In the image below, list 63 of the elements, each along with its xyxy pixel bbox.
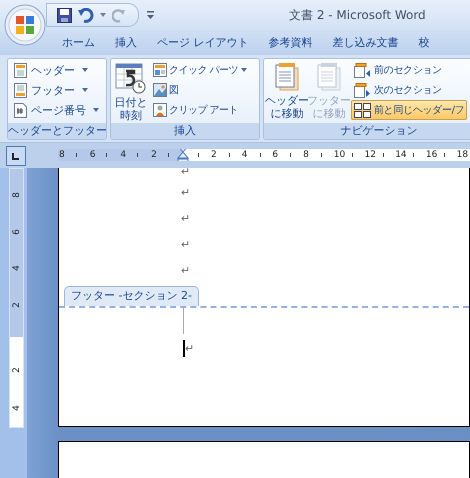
group-label: ヘッダーとフッター (8, 123, 106, 139)
ruler-number: 2 (211, 149, 217, 161)
paragraph-mark: ↵ (185, 341, 194, 357)
previous-section-icon (354, 62, 371, 78)
undo-icon[interactable] (78, 8, 94, 22)
ruler-number: 12 (364, 149, 376, 161)
ribbon-button[interactable]: 前のセクション (351, 60, 468, 80)
ruler-number: 6 (90, 149, 96, 161)
ribbon-button[interactable]: ページ番号 (11, 100, 103, 120)
paragraph-mark: ↵ (181, 168, 192, 180)
group-label: ナビゲーション (264, 123, 470, 139)
window-title: 文書 2 - Microsoft Word (289, 6, 426, 24)
tab-selector-icon[interactable] (6, 146, 26, 166)
ribbon-tab[interactable]: 校 (416, 33, 432, 52)
ruler-number: 8 (303, 149, 309, 161)
ribbon-button[interactable]: フッター (11, 80, 103, 100)
header-icon (14, 62, 27, 78)
ruler-number: 16 (426, 149, 438, 161)
ribbon-button[interactable]: 前と同じヘッダー/フ (351, 100, 468, 120)
ruler-number: 4 (120, 149, 126, 161)
ribbon-tab[interactable]: ページ レイアウト (155, 33, 250, 52)
group-label: 挿入 (111, 123, 259, 139)
clip-art-icon (153, 103, 167, 117)
ruler-number: 8 (59, 149, 65, 161)
text-cursor (183, 340, 185, 357)
quick-parts-icon (153, 63, 167, 77)
dropdown-icon[interactable] (100, 13, 106, 17)
page-icon (315, 62, 343, 92)
ruler-number: 14 (395, 149, 407, 161)
calendar-icon (115, 62, 147, 94)
paragraph-mark: ↵ (181, 185, 192, 201)
ribbon-tab[interactable]: 挿入 (113, 33, 139, 52)
ruler-number: 18 (456, 149, 468, 161)
ribbon-tab[interactable]: 差し込み文書 (330, 33, 400, 52)
ruler-number: 2 (12, 367, 22, 373)
ribbon-tab[interactable]: ホーム (60, 33, 97, 52)
ribbon-tab[interactable]: 参考資料 (266, 33, 314, 52)
ribbon-button[interactable]: 日付と時刻 (113, 60, 149, 122)
paragraph-mark: ↵ (181, 211, 192, 227)
ribbon-button[interactable]: 次のセクション (351, 80, 468, 100)
ribbon-button[interactable]: ヘッダー (11, 60, 103, 80)
page-number-icon (14, 102, 27, 118)
paragraph-mark: ↵ (181, 263, 192, 279)
ruler-number: 4 (12, 265, 22, 272)
ruler-number: 8 (12, 192, 22, 198)
ribbon-button[interactable]: ヘッダーに移動 (267, 60, 307, 122)
ribbon-button[interactable]: 図 (151, 80, 250, 100)
footer-icon (14, 82, 27, 98)
ruler-number: 2 (12, 302, 22, 308)
ruler-number: 6 (12, 228, 22, 235)
page-icon (273, 62, 301, 92)
ruler-number: 10 (334, 149, 346, 161)
save-icon[interactable] (57, 8, 72, 22)
customize-icon[interactable] (147, 11, 154, 19)
picture-icon (153, 83, 167, 97)
ruler-number: 4 (12, 405, 22, 411)
ruler-number: 6 (272, 149, 278, 161)
ruler-number: 2 (151, 149, 157, 161)
ruler-number: 4 (242, 149, 248, 161)
ribbon-button[interactable]: クイック パーツ (151, 60, 250, 80)
paragraph-mark: ↵ (181, 237, 192, 253)
ribbon-button[interactable]: クリップ アート (151, 100, 250, 120)
next-section-icon (354, 82, 371, 98)
